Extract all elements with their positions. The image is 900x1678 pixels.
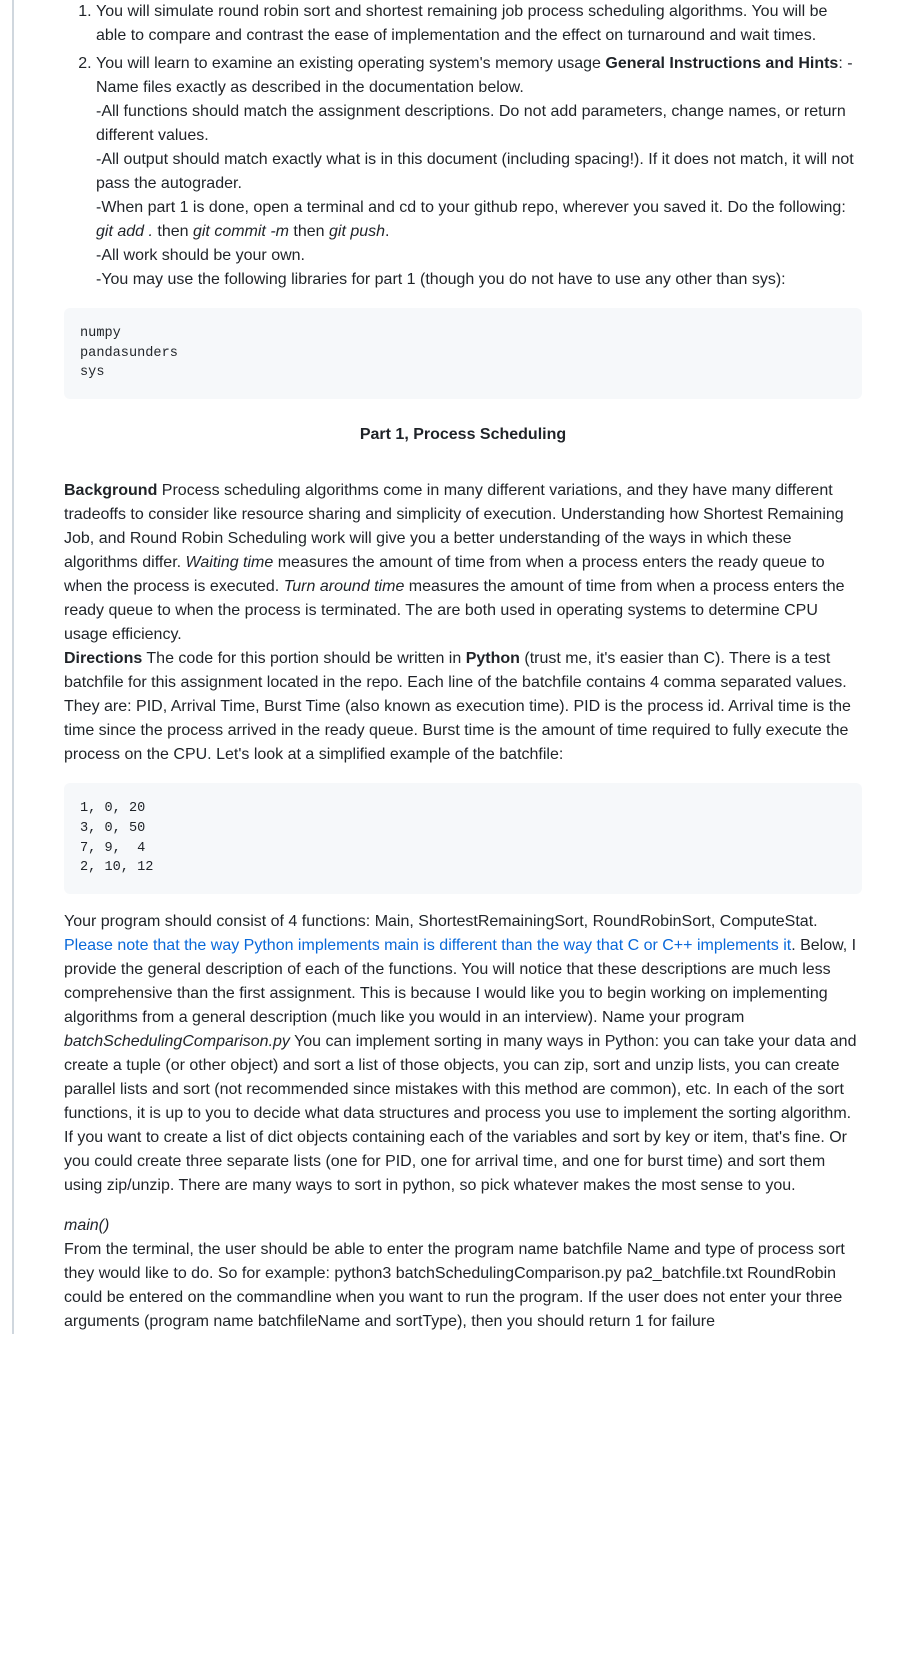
li2-line5: -All work should be your own. (96, 247, 305, 264)
functions-paragraph: Your program should consist of 4 functio… (64, 910, 862, 1198)
python-bold: Python (466, 650, 520, 667)
background-label: Background (64, 482, 157, 499)
git-commit-cmd: git commit -m (193, 223, 289, 240)
part1-heading: Part 1, Process Scheduling (64, 423, 862, 447)
li2-line6: -You may use the following libraries for… (96, 271, 786, 288)
li2-line4a: -When part 1 is done, open a terminal an… (96, 199, 846, 216)
li2-lead: You will learn to examine an existing op… (96, 55, 605, 72)
period: . (385, 223, 389, 240)
li2-bold: General Instructions and Hints (605, 55, 838, 72)
then2: then (289, 223, 329, 240)
li2-line2: -All functions should match the assignme… (96, 103, 846, 144)
list-item-1: You will simulate round robin sort and s… (96, 0, 862, 48)
main-title: main() (64, 1217, 109, 1234)
python-main-link[interactable]: Please note that the way Python implemen… (64, 937, 791, 954)
background-paragraph: Background Process scheduling algorithms… (64, 479, 862, 767)
func-text1: Your program should consist of 4 functio… (64, 913, 818, 930)
batchfile-code-block: 1, 0, 20 3, 0, 50 7, 9, 4 2, 10, 12 (64, 783, 862, 894)
document-container: You will simulate round robin sort and s… (12, 0, 900, 1334)
directions-label: Directions (64, 650, 142, 667)
then1: then (153, 223, 193, 240)
list-item-2: You will learn to examine an existing op… (96, 52, 862, 292)
program-filename: batchSchedulingComparison.py (64, 1033, 290, 1050)
git-add-cmd: git add . (96, 223, 153, 240)
intro-list: You will simulate round robin sort and s… (64, 0, 862, 292)
libraries-code-block: numpy pandasunders sys (64, 308, 862, 399)
func-text3: You can implement sorting in many ways i… (64, 1033, 856, 1194)
waiting-time-term: Waiting time (186, 554, 274, 571)
turnaround-time-term: Turn around time (284, 578, 405, 595)
dir-text1: The code for this portion should be writ… (142, 650, 465, 667)
main-text: From the terminal, the user should be ab… (64, 1241, 845, 1330)
main-paragraph: main() From the terminal, the user shoul… (64, 1214, 862, 1334)
li2-line3: -All output should match exactly what is… (96, 151, 854, 192)
git-push-cmd: git push (329, 223, 385, 240)
list-item-1-text: You will simulate round robin sort and s… (96, 3, 827, 44)
